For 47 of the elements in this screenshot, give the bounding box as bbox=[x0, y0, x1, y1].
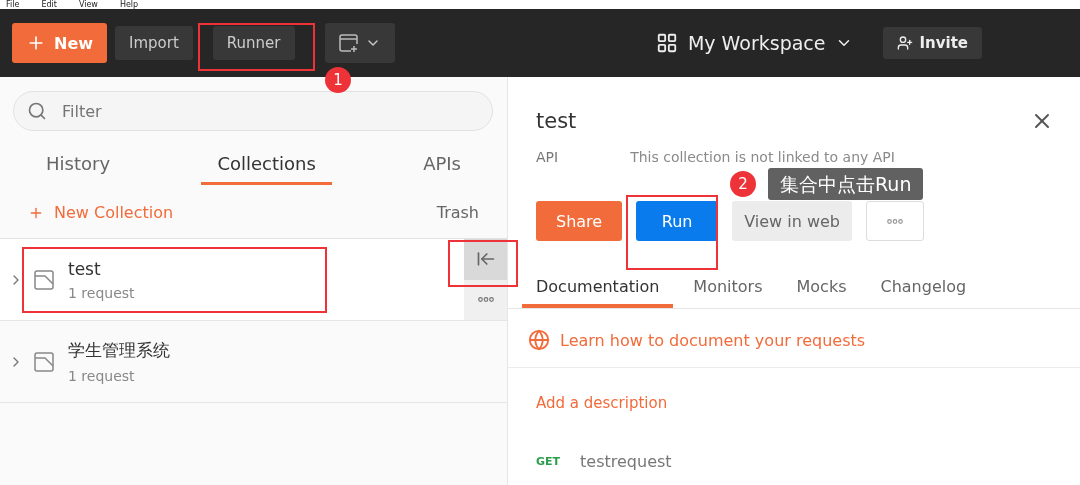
add-description-link[interactable]: Add a description bbox=[508, 368, 1080, 412]
detail-tab[interactable]: Mocks bbox=[782, 269, 861, 308]
sidebar-tab[interactable]: History bbox=[30, 149, 127, 185]
detail-tab[interactable]: Monitors bbox=[679, 269, 777, 308]
runner-button[interactable]: Runner bbox=[212, 26, 295, 60]
callout-tooltip: 集合中点击Run bbox=[768, 168, 924, 200]
request-name[interactable]: testrequest bbox=[580, 452, 672, 471]
collapse-button[interactable] bbox=[464, 239, 507, 280]
collection-name: 学生管理系统 bbox=[68, 339, 170, 362]
search-icon bbox=[27, 101, 47, 121]
request-count: 1 request bbox=[68, 284, 135, 301]
collection-name: test bbox=[68, 258, 102, 279]
step-badge: 2 bbox=[730, 171, 756, 197]
folder-icon bbox=[34, 351, 54, 372]
sidebar-tab[interactable]: APIs bbox=[407, 149, 477, 185]
menu-item[interactable]: File bbox=[6, 0, 20, 9]
api-status-text: This collection is not linked to any API bbox=[630, 149, 895, 165]
globe-icon bbox=[528, 329, 550, 351]
api-label: API bbox=[536, 149, 559, 165]
menu-item[interactable]: View bbox=[78, 0, 98, 9]
search-field[interactable]: Filter bbox=[13, 91, 493, 131]
workspace-menu[interactable]: My Workspace bbox=[649, 31, 860, 55]
detail-tab[interactable]: Documentation bbox=[522, 269, 674, 308]
learn-link[interactable]: Learn how to document your requests bbox=[560, 330, 866, 350]
folder-icon bbox=[34, 269, 54, 290]
more-button[interactable] bbox=[464, 279, 507, 320]
collection-row[interactable]: 学生管理系统 1 request bbox=[0, 321, 507, 403]
more-icon bbox=[477, 297, 494, 303]
view-in-web-button[interactable]: View in web bbox=[732, 201, 852, 241]
method-label: GET bbox=[536, 455, 561, 468]
import-button[interactable]: Import bbox=[115, 26, 193, 60]
collection-row[interactable]: test 1 request bbox=[0, 239, 507, 321]
trash-button[interactable]: Trash bbox=[436, 203, 479, 222]
invite-button[interactable]: Invite bbox=[883, 27, 982, 59]
request-count: 1 request bbox=[68, 368, 136, 384]
more-icon bbox=[887, 218, 903, 224]
sidebar-tab[interactable]: Collections bbox=[201, 149, 332, 185]
highlight-frame bbox=[448, 240, 518, 287]
user-plus-icon bbox=[897, 35, 914, 51]
detail-tab[interactable]: Changelog bbox=[866, 269, 981, 308]
menu-item[interactable]: Help bbox=[119, 0, 139, 9]
run-button[interactable]: Run bbox=[636, 201, 719, 241]
window-plus-icon bbox=[338, 33, 359, 53]
new-window-button[interactable] bbox=[324, 23, 395, 63]
collection-title: test bbox=[536, 109, 577, 133]
grid-icon bbox=[655, 32, 678, 54]
menu-item[interactable]: Edit bbox=[41, 0, 57, 9]
